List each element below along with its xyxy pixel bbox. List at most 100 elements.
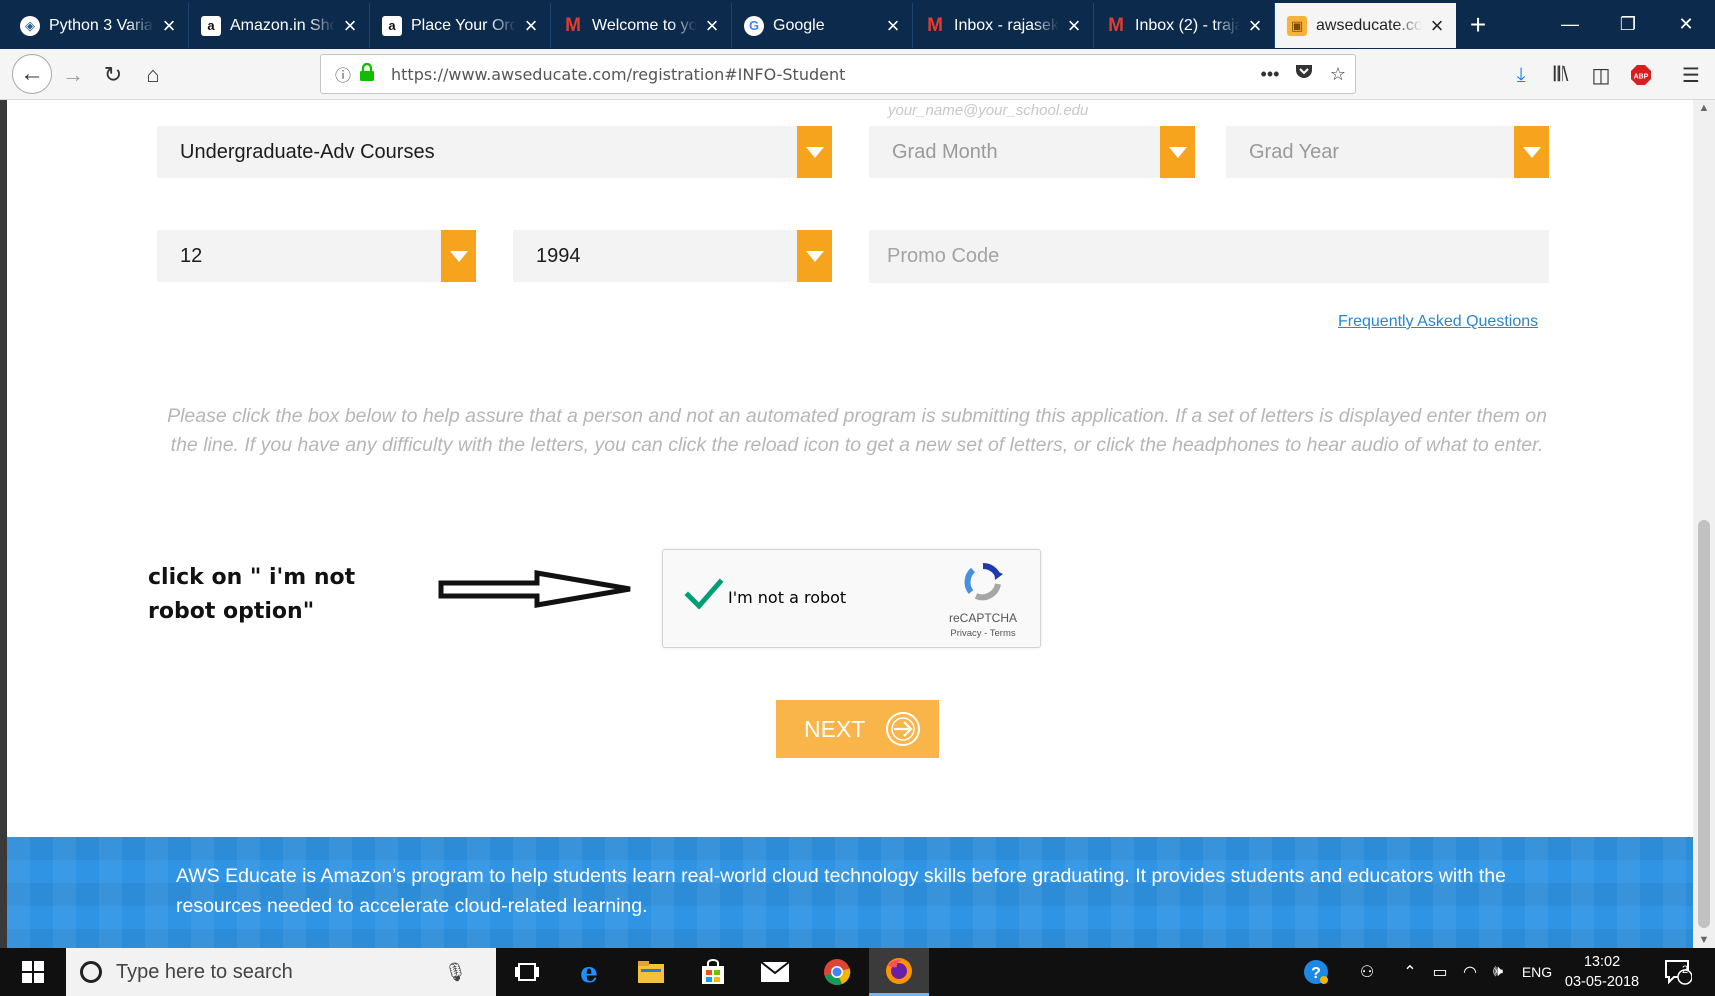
- tab-label: awseducate.com: [1316, 16, 1422, 34]
- forward-arrow-icon[interactable]: →: [58, 57, 88, 93]
- birth-month-select[interactable]: 12: [157, 230, 476, 282]
- sidebar-icon[interactable]: ◫: [1586, 61, 1616, 89]
- windows-logo-icon: [22, 961, 44, 983]
- tab-awseducate[interactable]: ▣ awseducate.com ×: [1275, 3, 1456, 48]
- tab-inbox-trajas[interactable]: M Inbox (2) - trajas ×: [1094, 3, 1275, 48]
- chevron-down-icon[interactable]: [797, 126, 832, 178]
- system-clock[interactable]: 13:02 03-05-2018: [1560, 952, 1644, 992]
- select-placeholder: Grad Year: [1249, 141, 1340, 163]
- pocket-icon[interactable]: [1287, 63, 1321, 85]
- tab-label: Place Your Order: [411, 16, 516, 34]
- page-actions-icon[interactable]: •••: [1253, 64, 1287, 85]
- chevron-down-icon[interactable]: [441, 230, 476, 282]
- close-tab-icon[interactable]: ×: [884, 14, 902, 36]
- site-info-icon[interactable]: ⓘ: [331, 62, 355, 86]
- birth-year-select[interactable]: 1994: [513, 230, 832, 282]
- people-icon[interactable]: ⚇: [1350, 948, 1384, 996]
- volume-icon[interactable]: 🕪: [1484, 948, 1512, 996]
- next-label: NEXT: [804, 715, 866, 742]
- recaptcha-label: I'm not a robot: [728, 588, 847, 607]
- reload-icon[interactable]: ↻: [98, 57, 128, 93]
- notification-count: 2: [1682, 964, 1689, 976]
- back-arrow-icon[interactable]: ←: [12, 54, 52, 94]
- wifi-icon[interactable]: ◠: [1456, 948, 1484, 996]
- recaptcha-widget[interactable]: I'm not a robot reCAPTCHA Privacy - Term…: [662, 549, 1041, 648]
- adblock-icon[interactable]: ABP: [1626, 61, 1656, 89]
- captcha-instructions: Please click the box below to help assur…: [167, 405, 1547, 456]
- tab-welcome[interactable]: M Welcome to your ×: [551, 3, 732, 48]
- tab-label: Inbox (2) - trajas: [1135, 16, 1240, 34]
- minimize-icon[interactable]: —: [1541, 0, 1599, 49]
- library-icon[interactable]: 𝄃𝄃\: [1546, 61, 1576, 89]
- faq-link[interactable]: Frequently Asked Questions: [1338, 313, 1538, 331]
- tab-google[interactable]: G Google ×: [732, 3, 913, 48]
- close-tab-icon[interactable]: ×: [1065, 14, 1083, 36]
- checkmark-icon[interactable]: [684, 577, 724, 611]
- bookmark-star-icon[interactable]: ☆: [1321, 64, 1355, 85]
- footer-banner: AWS Educate is Amazon’s program to help …: [7, 837, 1693, 948]
- close-tab-icon[interactable]: ×: [703, 14, 721, 36]
- tab-inbox-rajasekhar[interactable]: M Inbox - rajasekhar ×: [913, 3, 1094, 48]
- chevron-down-icon[interactable]: [797, 230, 832, 282]
- menu-hamburger-icon[interactable]: ☰: [1676, 61, 1706, 89]
- language-indicator[interactable]: ENG: [1514, 948, 1560, 996]
- svg-text:ABP: ABP: [1634, 74, 1649, 81]
- close-tab-icon[interactable]: ×: [160, 14, 178, 36]
- browser-tab-strip: ◈ Python 3 Variables × a Amazon.in Shopp…: [0, 0, 1715, 49]
- downloads-icon[interactable]: ⤓: [1506, 61, 1536, 89]
- edge-browser-icon[interactable]: e: [559, 948, 619, 996]
- education-level-select[interactable]: Undergraduate-Adv Courses: [157, 126, 832, 178]
- chevron-down-icon[interactable]: [1160, 126, 1195, 178]
- page-viewport: your_name@your_school.edu Undergraduate-…: [7, 100, 1693, 948]
- restore-icon[interactable]: ❐: [1599, 0, 1657, 49]
- svg-text:e: e: [580, 958, 598, 986]
- home-icon[interactable]: ⌂: [138, 57, 168, 93]
- scroll-up-icon[interactable]: ▲: [1693, 102, 1715, 114]
- amazon-icon: a: [382, 15, 402, 36]
- mail-icon[interactable]: [745, 948, 805, 996]
- svg-text:?: ?: [1311, 965, 1321, 982]
- grad-month-select[interactable]: Grad Month: [869, 126, 1195, 178]
- taskbar-search-input[interactable]: [116, 960, 436, 984]
- close-tab-icon[interactable]: ×: [522, 14, 540, 36]
- python-icon: ◈: [20, 15, 40, 36]
- url-input[interactable]: [391, 64, 1253, 84]
- promo-code-input[interactable]: [869, 230, 1549, 283]
- battery-icon[interactable]: ▭: [1426, 948, 1454, 996]
- chrome-icon[interactable]: [807, 948, 867, 996]
- tab-place-order[interactable]: a Place Your Order ×: [370, 3, 551, 48]
- scrollbar-thumb[interactable]: [1698, 520, 1710, 928]
- close-tab-icon[interactable]: ×: [1246, 14, 1264, 36]
- close-tab-icon[interactable]: ×: [1428, 14, 1446, 36]
- tab-amazon-shopping[interactable]: a Amazon.in Shopping ×: [189, 3, 370, 48]
- start-button[interactable]: [0, 948, 66, 996]
- tab-python-variables[interactable]: ◈ Python 3 Variables ×: [8, 3, 189, 48]
- notifications-icon[interactable]: 2: [1656, 948, 1700, 996]
- grad-year-select[interactable]: Grad Year: [1226, 126, 1549, 178]
- chevron-up-icon[interactable]: ⌃: [1396, 948, 1424, 996]
- new-tab-button[interactable]: +: [1456, 0, 1500, 49]
- select-value: Undergraduate-Adv Courses: [180, 141, 435, 163]
- window-controls: — ❐ ✕: [1541, 0, 1715, 49]
- firefox-icon[interactable]: [869, 948, 929, 996]
- help-icon[interactable]: ?: [1296, 948, 1336, 996]
- chevron-down-icon[interactable]: [1514, 126, 1549, 178]
- address-bar[interactable]: ⓘ ••• ☆: [320, 54, 1356, 94]
- footer-text: AWS Educate is Amazon’s program to help …: [176, 865, 1506, 917]
- tab-label: Python 3 Variables: [49, 16, 154, 34]
- recaptcha-terms[interactable]: Privacy - Terms: [927, 628, 1039, 639]
- close-tab-icon[interactable]: ×: [341, 14, 359, 36]
- microphone-icon[interactable]: 🎙: [444, 962, 467, 983]
- scroll-down-icon[interactable]: ▼: [1693, 934, 1715, 946]
- tab-label: Google: [773, 16, 825, 34]
- store-icon[interactable]: [683, 948, 743, 996]
- next-button[interactable]: NEXT: [776, 700, 939, 758]
- close-window-icon[interactable]: ✕: [1657, 0, 1715, 49]
- select-placeholder: Grad Month: [892, 141, 998, 163]
- gmail-icon: M: [1108, 14, 1124, 36]
- file-explorer-icon[interactable]: [621, 948, 681, 996]
- taskbar-search[interactable]: 🎙: [66, 948, 496, 996]
- page-scrollbar[interactable]: ▲ ▼: [1693, 100, 1715, 948]
- task-view-icon[interactable]: [497, 948, 557, 996]
- tab-label: Amazon.in Shopping: [230, 16, 335, 34]
